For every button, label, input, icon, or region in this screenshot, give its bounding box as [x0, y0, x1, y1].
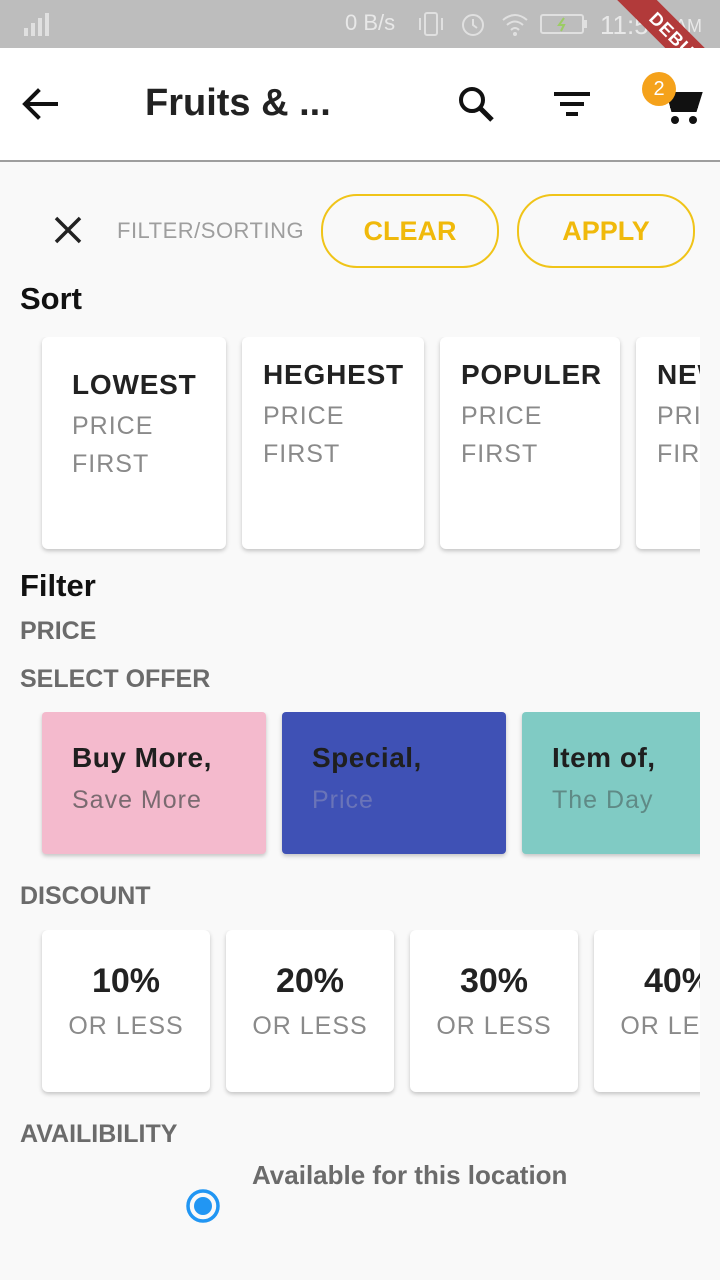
apply-button[interactable]: APPLY: [517, 194, 695, 268]
offer-title: Buy More,: [72, 742, 212, 773]
sort-option-line2: FIRST: [657, 440, 700, 468]
sort-option-line1: PRICE: [657, 402, 700, 430]
sort-option-line2: FIRST: [461, 440, 539, 468]
availability-radio[interactable]: [186, 1189, 220, 1223]
sort-option-title: HEGHEST: [263, 359, 404, 390]
discount-option-20[interactable]: 20% OR LESS: [226, 930, 394, 1092]
discount-caption: OR LESS: [68, 1012, 184, 1040]
discount-caption: OR LESS: [252, 1012, 368, 1040]
sort-option-title: NEW: [657, 359, 700, 390]
discount-list[interactable]: 10% OR LESS 20% OR LESS 30% OR LESS 40% …: [0, 930, 700, 1102]
status-bar: 0 B/s 11:57 AM DEBUG: [0, 0, 720, 111]
signal-icon: [24, 13, 49, 36]
discount-caption: OR LESS: [436, 1012, 552, 1040]
sort-option-line2: FIRST: [263, 440, 341, 468]
search-icon[interactable]: [454, 82, 498, 126]
discount-value: 40%: [643, 962, 700, 1000]
close-icon[interactable]: [48, 210, 88, 250]
filter-icon[interactable]: [550, 82, 594, 126]
availability-option-label: Available for this location: [252, 1160, 568, 1190]
network-speed: 0 B/s: [345, 10, 396, 35]
sort-option-line1: PRICE: [72, 412, 154, 440]
sort-option-lowest[interactable]: LOWEST PRICE FIRST: [42, 337, 226, 549]
discount-value: 20%: [275, 962, 345, 1000]
sort-option-popular[interactable]: POPULER PRICE FIRST: [440, 337, 620, 549]
offer-subtitle: The Day: [552, 786, 654, 814]
page-title: Fruits & ...: [145, 82, 331, 124]
offer-special-price[interactable]: Special, Price: [282, 712, 506, 854]
discount-option-40[interactable]: 40% OR LESS: [594, 930, 700, 1092]
discount-value: 10%: [91, 962, 161, 1000]
price-heading[interactable]: PRICE: [20, 617, 96, 646]
sort-option-line2: FIRST: [72, 450, 150, 478]
select-offer-heading: SELECT OFFER: [20, 665, 211, 693]
offer-title: Item of,: [552, 742, 656, 773]
filter-heading: Filter: [20, 568, 96, 603]
discount-heading: DISCOUNT: [20, 882, 151, 910]
sort-option-title: POPULER: [461, 359, 602, 390]
filter-sorting-label: FILTER/SORTING: [117, 218, 305, 243]
discount-caption: OR LESS: [620, 1012, 700, 1040]
back-arrow-icon[interactable]: [18, 82, 62, 126]
app-bar: Fruits & ... 2: [0, 48, 720, 162]
sort-heading: Sort: [20, 281, 82, 316]
wifi-icon: [502, 14, 528, 36]
vibrate-icon: [419, 12, 443, 36]
offer-item-of-day[interactable]: Item of, The Day: [522, 712, 700, 854]
offer-list[interactable]: Buy More, Save More Special, Price Item …: [0, 712, 700, 864]
cart-count-badge: 2: [642, 72, 676, 106]
sort-option-line1: PRICE: [461, 402, 543, 430]
sort-options-list[interactable]: LOWEST PRICE FIRST HEGHEST PRICE FIRST P…: [0, 337, 700, 559]
discount-option-10[interactable]: 10% OR LESS: [42, 930, 210, 1092]
offer-subtitle: Save More: [72, 786, 202, 814]
discount-option-30[interactable]: 30% OR LESS: [410, 930, 578, 1092]
offer-buy-more[interactable]: Buy More, Save More: [42, 712, 266, 854]
offer-title: Special,: [312, 742, 422, 773]
sort-option-new[interactable]: NEW PRICE FIRST: [636, 337, 700, 549]
offer-subtitle: Price: [312, 786, 374, 814]
alarm-icon: [462, 14, 484, 36]
availability-heading: AVAILIBILITY: [20, 1120, 178, 1148]
battery-icon: [540, 14, 587, 34]
discount-value: 30%: [459, 962, 529, 1000]
sort-option-highest[interactable]: HEGHEST PRICE FIRST: [242, 337, 424, 549]
sort-option-title: LOWEST: [72, 369, 197, 400]
clear-button[interactable]: CLEAR: [321, 194, 499, 268]
sort-option-line1: PRICE: [263, 402, 345, 430]
